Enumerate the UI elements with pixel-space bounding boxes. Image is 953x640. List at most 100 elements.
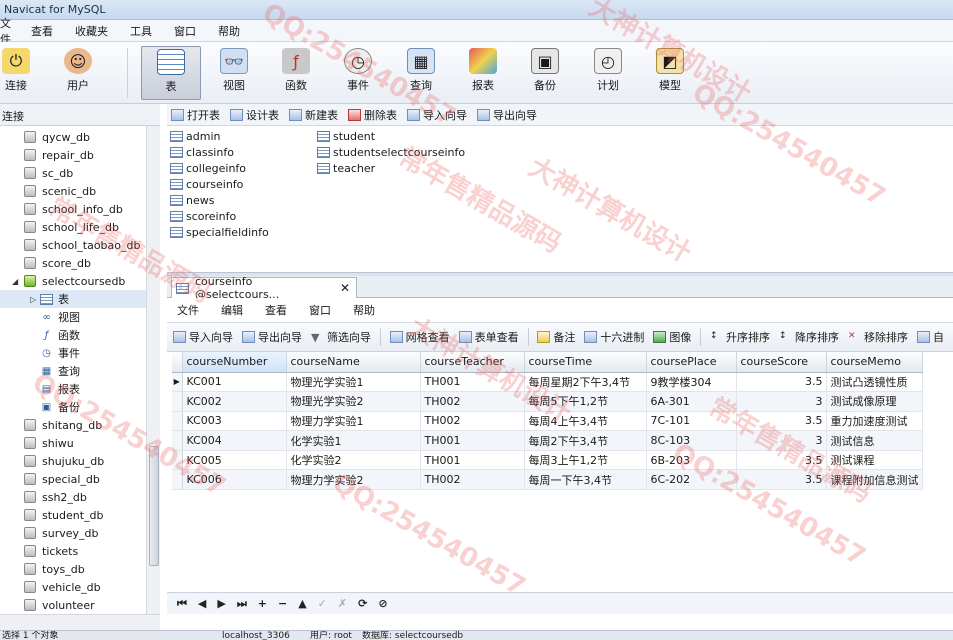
table-cell[interactable]: 每周星期2下午3,4节 <box>524 372 647 393</box>
column-header[interactable]: courseScore <box>736 352 827 373</box>
menu-tools[interactable]: 工具 <box>119 23 163 39</box>
table-object[interactable]: admin <box>170 128 220 144</box>
delete-table-button[interactable]: 删除表 <box>348 107 397 123</box>
tree-item-db[interactable]: shiwu <box>0 434 146 452</box>
tree-item-backups[interactable]: ▣ 备份 <box>0 398 146 416</box>
table-object[interactable]: scoreinfo <box>170 208 236 224</box>
tree-item-db[interactable]: school_info_db <box>0 200 146 218</box>
delete-record-icon[interactable]: − <box>278 597 287 610</box>
sub-import-button[interactable]: 导入向导 <box>173 329 233 345</box>
tree-item-db[interactable]: repair_db <box>0 146 146 164</box>
sort-asc-button[interactable]: ↕ 升序排序 <box>710 329 770 345</box>
table-object[interactable]: classinfo <box>170 144 234 160</box>
tree-item-reports[interactable]: ▤ 报表 <box>0 380 146 398</box>
tree-item-db[interactable]: special_db <box>0 470 146 488</box>
tree-item-db[interactable]: score_db <box>0 254 146 272</box>
table-cell[interactable]: 测试信息 <box>826 430 923 451</box>
table-object[interactable]: news <box>170 192 214 208</box>
report-button[interactable]: 报表 <box>453 46 513 100</box>
sub-menu-window[interactable]: 窗口 <box>309 302 331 318</box>
tree-item-db[interactable]: survey_db <box>0 524 146 542</box>
column-header[interactable]: courseTeacher <box>420 352 525 373</box>
tree-item-db[interactable]: school_taobao_db <box>0 236 146 254</box>
tree-item-tables[interactable]: ▷ 表 <box>0 290 146 308</box>
data-grid[interactable]: courseNumber courseName courseTeacher co… <box>172 352 953 592</box>
remove-sort-button[interactable]: ✕ 移除排序 <box>848 329 908 345</box>
tab-courseinfo[interactable]: courseinfo @selectcours... ✕ <box>171 275 357 301</box>
previous-record-icon[interactable]: ◀ <box>198 597 206 610</box>
table-cell[interactable]: KC006 <box>182 469 287 491</box>
image-button[interactable]: 图像 <box>653 329 691 345</box>
table-cell[interactable]: 6C-202 <box>646 469 737 491</box>
backup-button[interactable]: ▣ 备份 <box>515 46 575 100</box>
open-table-button[interactable]: 打开表 <box>171 107 220 123</box>
column-header[interactable]: courseTime <box>524 352 647 373</box>
table-cell[interactable]: TH001 <box>420 430 525 451</box>
table-row[interactable]: KC005 化学实验2 TH001 每周3上午1,2节 6B-203 3.5 测试课程 <box>172 450 923 471</box>
table-object[interactable]: collegeinfo <box>170 160 246 176</box>
sub-menu-edit[interactable]: 编辑 <box>221 302 243 318</box>
tree-item-db[interactable]: qycw_db <box>0 128 146 146</box>
tree-item-db[interactable]: shitang_db <box>0 416 146 434</box>
table-cell[interactable]: TH001 <box>420 450 525 471</box>
table-row[interactable]: KC004 化学实验1 TH001 每周2下午3,4节 8C-103 3 测试信息 <box>172 430 923 451</box>
table-cell[interactable]: KC002 <box>182 391 287 412</box>
table-cell[interactable]: 重力加速度测试 <box>826 411 923 432</box>
query-button[interactable]: ▦ 查询 <box>391 46 451 100</box>
tree-item-db[interactable]: vehicle_db <box>0 578 146 596</box>
tree-item-db[interactable]: shujuku_db <box>0 452 146 470</box>
user-button[interactable]: ☺ 用户 <box>48 46 108 100</box>
table-cell[interactable]: 每周2下午3,4节 <box>524 430 647 451</box>
tree-horizontal-scrollbar[interactable] <box>0 614 160 630</box>
table-cell[interactable]: 每周3上午1,2节 <box>524 450 647 471</box>
table-cell[interactable]: 3 <box>736 430 827 451</box>
menu-help[interactable]: 帮助 <box>207 23 251 39</box>
expanded-arrow-icon[interactable]: ◢ <box>12 277 18 286</box>
new-table-button[interactable]: 新建表 <box>289 107 338 123</box>
design-table-button[interactable]: 设计表 <box>230 107 279 123</box>
sub-menu-view[interactable]: 查看 <box>265 302 287 318</box>
table-cell[interactable]: 物理光学实验1 <box>286 372 421 393</box>
sub-menu-help[interactable]: 帮助 <box>353 302 375 318</box>
column-header[interactable]: courseNumber <box>182 352 287 373</box>
table-cell[interactable]: 物理光学实验2 <box>286 391 421 412</box>
form-view-button[interactable]: 表单查看 <box>458 329 519 345</box>
tree-item-queries[interactable]: ▦ 查询 <box>0 362 146 380</box>
table-object[interactable]: teacher <box>317 160 375 176</box>
table-cell[interactable]: 化学实验2 <box>286 450 421 471</box>
grid-view-button[interactable]: 网格查看 <box>389 329 450 345</box>
first-record-icon[interactable]: ⏮ <box>177 597 187 611</box>
tree-item-db[interactable]: scenic_db <box>0 182 146 200</box>
table-row[interactable]: KC006 物理力学实验2 TH002 每周一下午3,4节 6C-202 3.5 课程附加信… <box>172 469 923 491</box>
table-row[interactable]: KC002 物理光学实验2 TH002 每周5下午1,2节 6A-301 3 测试成像原理 <box>172 391 923 412</box>
table-cell[interactable]: 3.5 <box>736 372 827 393</box>
tree-item-db[interactable]: volunteer <box>0 596 146 614</box>
up-icon[interactable]: ▲ <box>298 597 306 610</box>
collapsed-arrow-icon[interactable]: ▷ <box>30 295 36 304</box>
tree-item-db[interactable]: ssh2_db <box>0 488 146 506</box>
table-object[interactable]: student <box>317 128 375 144</box>
refresh-icon[interactable]: ⟳ <box>358 597 367 610</box>
tree-item-db[interactable]: tickets <box>0 542 146 560</box>
table-cell[interactable]: 测试凸透镜性质 <box>826 372 923 393</box>
hex-button[interactable]: 十六进制 <box>584 329 644 345</box>
table-cell[interactable]: KC004 <box>182 430 287 451</box>
import-wizard-button[interactable]: 导入向导 <box>407 107 467 123</box>
table-cell[interactable]: TH002 <box>420 469 525 491</box>
table-cell[interactable]: 8C-103 <box>646 430 737 451</box>
table-cell[interactable]: 7C-101 <box>646 411 737 432</box>
table-cell[interactable]: 3.5 <box>736 411 827 432</box>
auto-button[interactable]: 自 <box>917 329 944 345</box>
tree-item-functions[interactable]: ƒ 函数 <box>0 326 146 344</box>
filter-wizard-button[interactable]: ▼ 筛选向导 <box>311 329 371 345</box>
tree-item-views[interactable]: ∞ 视图 <box>0 308 146 326</box>
table-cell[interactable]: 物理力学实验2 <box>286 469 421 491</box>
table-cell[interactable]: 6B-203 <box>646 450 737 471</box>
table-cell[interactable]: KC001 <box>182 372 287 393</box>
table-cell[interactable]: TH002 <box>420 391 525 412</box>
last-record-icon[interactable]: ⏭ <box>237 597 247 611</box>
table-row[interactable]: ▶ KC001 物理光学实验1 TH001 每周星期2下午3,4节 9教学楼304 3.5… <box>172 372 923 393</box>
table-cell[interactable]: KC005 <box>182 450 287 471</box>
tree-item-events[interactable]: ◷ 事件 <box>0 344 146 362</box>
table-cell[interactable]: 3.5 <box>736 450 827 471</box>
